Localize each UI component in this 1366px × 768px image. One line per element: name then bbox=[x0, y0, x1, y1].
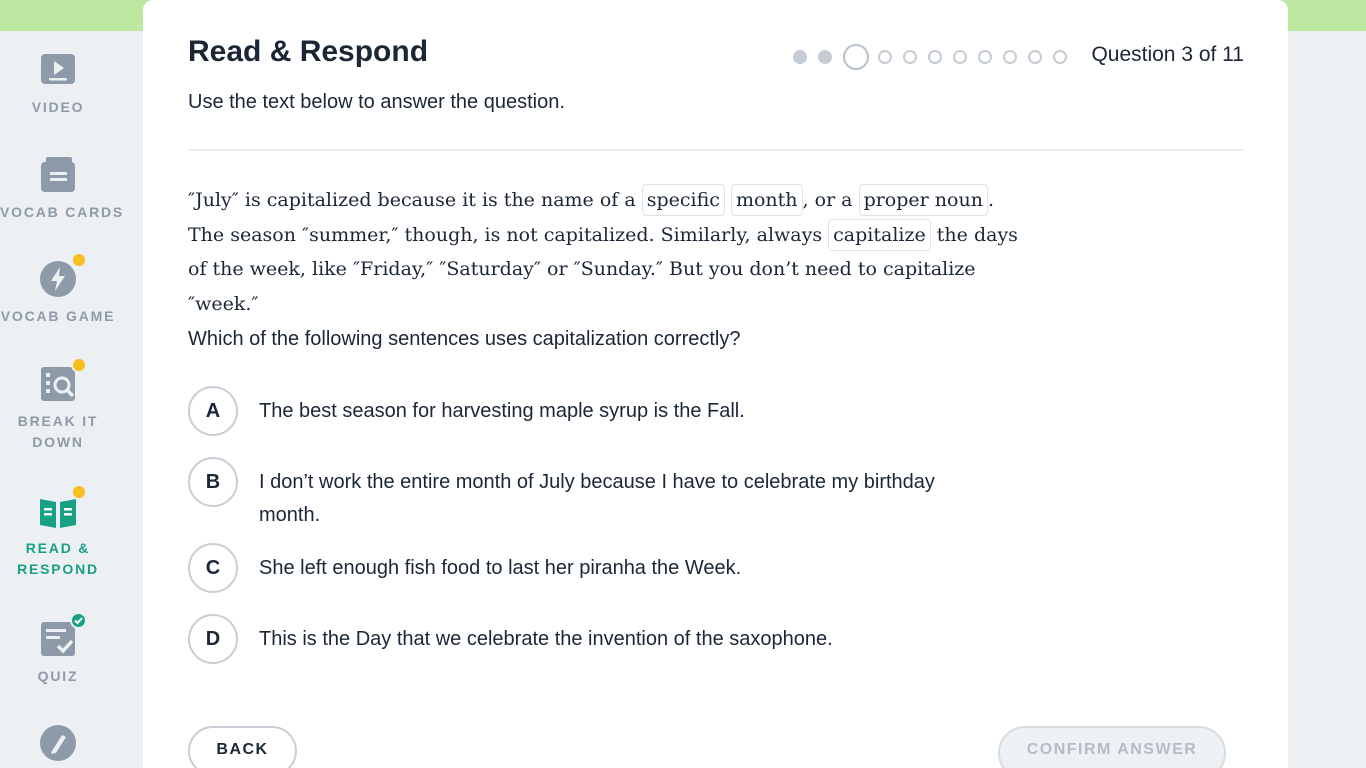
confirm-answer-button[interactable]: CONFIRM ANSWER bbox=[998, 726, 1226, 768]
sidebar: VIDEO VOCAB CARDS VOCAB GAME BREAK IT DO… bbox=[0, 31, 143, 768]
magnify-doc-icon bbox=[38, 357, 87, 404]
progress-dot bbox=[1053, 50, 1067, 64]
choice-text: She left enough fish food to last her pi… bbox=[259, 557, 742, 579]
progress-dot bbox=[878, 50, 892, 64]
new-badge bbox=[71, 252, 87, 268]
page-title: Read & Respond bbox=[188, 35, 429, 68]
choice-text: I don’t work the entire month of July be… bbox=[259, 471, 935, 526]
sidebar-item-read-respond[interactable]: READ & RESPOND bbox=[0, 484, 116, 580]
new-badge bbox=[71, 484, 87, 500]
divider bbox=[188, 149, 1244, 151]
sidebar-item-label: VIDEO bbox=[31, 99, 85, 115]
label-line: DOWN bbox=[32, 434, 84, 450]
question-card: Read & Respond Question 3 of 11 Use the … bbox=[143, 0, 1288, 768]
progress-dots bbox=[793, 42, 1078, 72]
progress-dot bbox=[953, 50, 967, 64]
sidebar-item-label: QUIZ bbox=[37, 668, 79, 684]
progress-dot bbox=[1003, 50, 1017, 64]
sidebar-item-quiz[interactable]: QUIZ bbox=[0, 612, 116, 687]
progress-dot bbox=[978, 50, 992, 64]
progress-dot bbox=[903, 50, 917, 64]
back-button[interactable]: BACK bbox=[188, 726, 297, 768]
choice-letter: A bbox=[188, 386, 238, 436]
passage-text: ″July″ is capitalized because it is the … bbox=[188, 189, 636, 211]
choice-text: This is the Day that we celebrate the in… bbox=[259, 628, 833, 650]
label-line: RESPOND bbox=[17, 561, 99, 577]
choice-letter: C bbox=[188, 543, 238, 593]
progress-dot bbox=[1028, 50, 1042, 64]
label-line: READ & bbox=[25, 540, 91, 556]
sidebar-item-next[interactable] bbox=[0, 723, 116, 763]
progress-dot bbox=[793, 50, 807, 64]
progress-dot bbox=[928, 50, 942, 64]
new-badge bbox=[71, 357, 87, 373]
lightning-icon bbox=[38, 252, 87, 299]
choice-letter: B bbox=[188, 457, 238, 507]
video-icon bbox=[38, 50, 78, 90]
passage-text: , or a bbox=[802, 189, 853, 211]
choice-text: The best season for harvesting maple syr… bbox=[259, 400, 745, 422]
vocab-cards-icon bbox=[38, 155, 78, 195]
sidebar-item-label: VOCAB CARDS bbox=[0, 204, 125, 220]
instructions: Use the text below to answer the questio… bbox=[188, 91, 565, 113]
progress-dot bbox=[818, 50, 832, 64]
sidebar-item-vocab-game[interactable]: VOCAB GAME bbox=[0, 252, 116, 327]
sidebar-item-vocab-cards[interactable]: VOCAB CARDS bbox=[0, 155, 125, 223]
choice-letter: D bbox=[188, 614, 238, 664]
reading-passage: ″July″ is capitalized because it is the … bbox=[188, 183, 1018, 321]
vocab-word-capitalize[interactable]: capitalize bbox=[828, 218, 931, 251]
music-pencil-icon bbox=[38, 723, 78, 763]
sidebar-item-label: VOCAB GAME bbox=[0, 308, 116, 324]
label-line: BREAK IT bbox=[17, 413, 99, 429]
question-prompt: Which of the following sentences uses ca… bbox=[188, 328, 741, 350]
complete-check-icon bbox=[70, 612, 87, 629]
sidebar-item-label: READ & RESPOND bbox=[0, 538, 116, 580]
vocab-word-proper-noun[interactable]: proper noun bbox=[858, 184, 988, 216]
quiz-checklist-icon bbox=[38, 612, 87, 659]
sidebar-item-video[interactable]: VIDEO bbox=[0, 50, 116, 118]
open-book-icon bbox=[38, 484, 87, 531]
vocab-word-month[interactable]: month bbox=[730, 184, 803, 216]
vocab-word-specific[interactable]: specific bbox=[641, 184, 725, 216]
progress-dot-current bbox=[843, 44, 869, 70]
question-counter: Question 3 of 11 bbox=[1091, 43, 1244, 66]
sidebar-item-break-it-down[interactable]: BREAK IT DOWN bbox=[0, 357, 116, 453]
sidebar-item-label: BREAK IT DOWN bbox=[0, 411, 116, 453]
